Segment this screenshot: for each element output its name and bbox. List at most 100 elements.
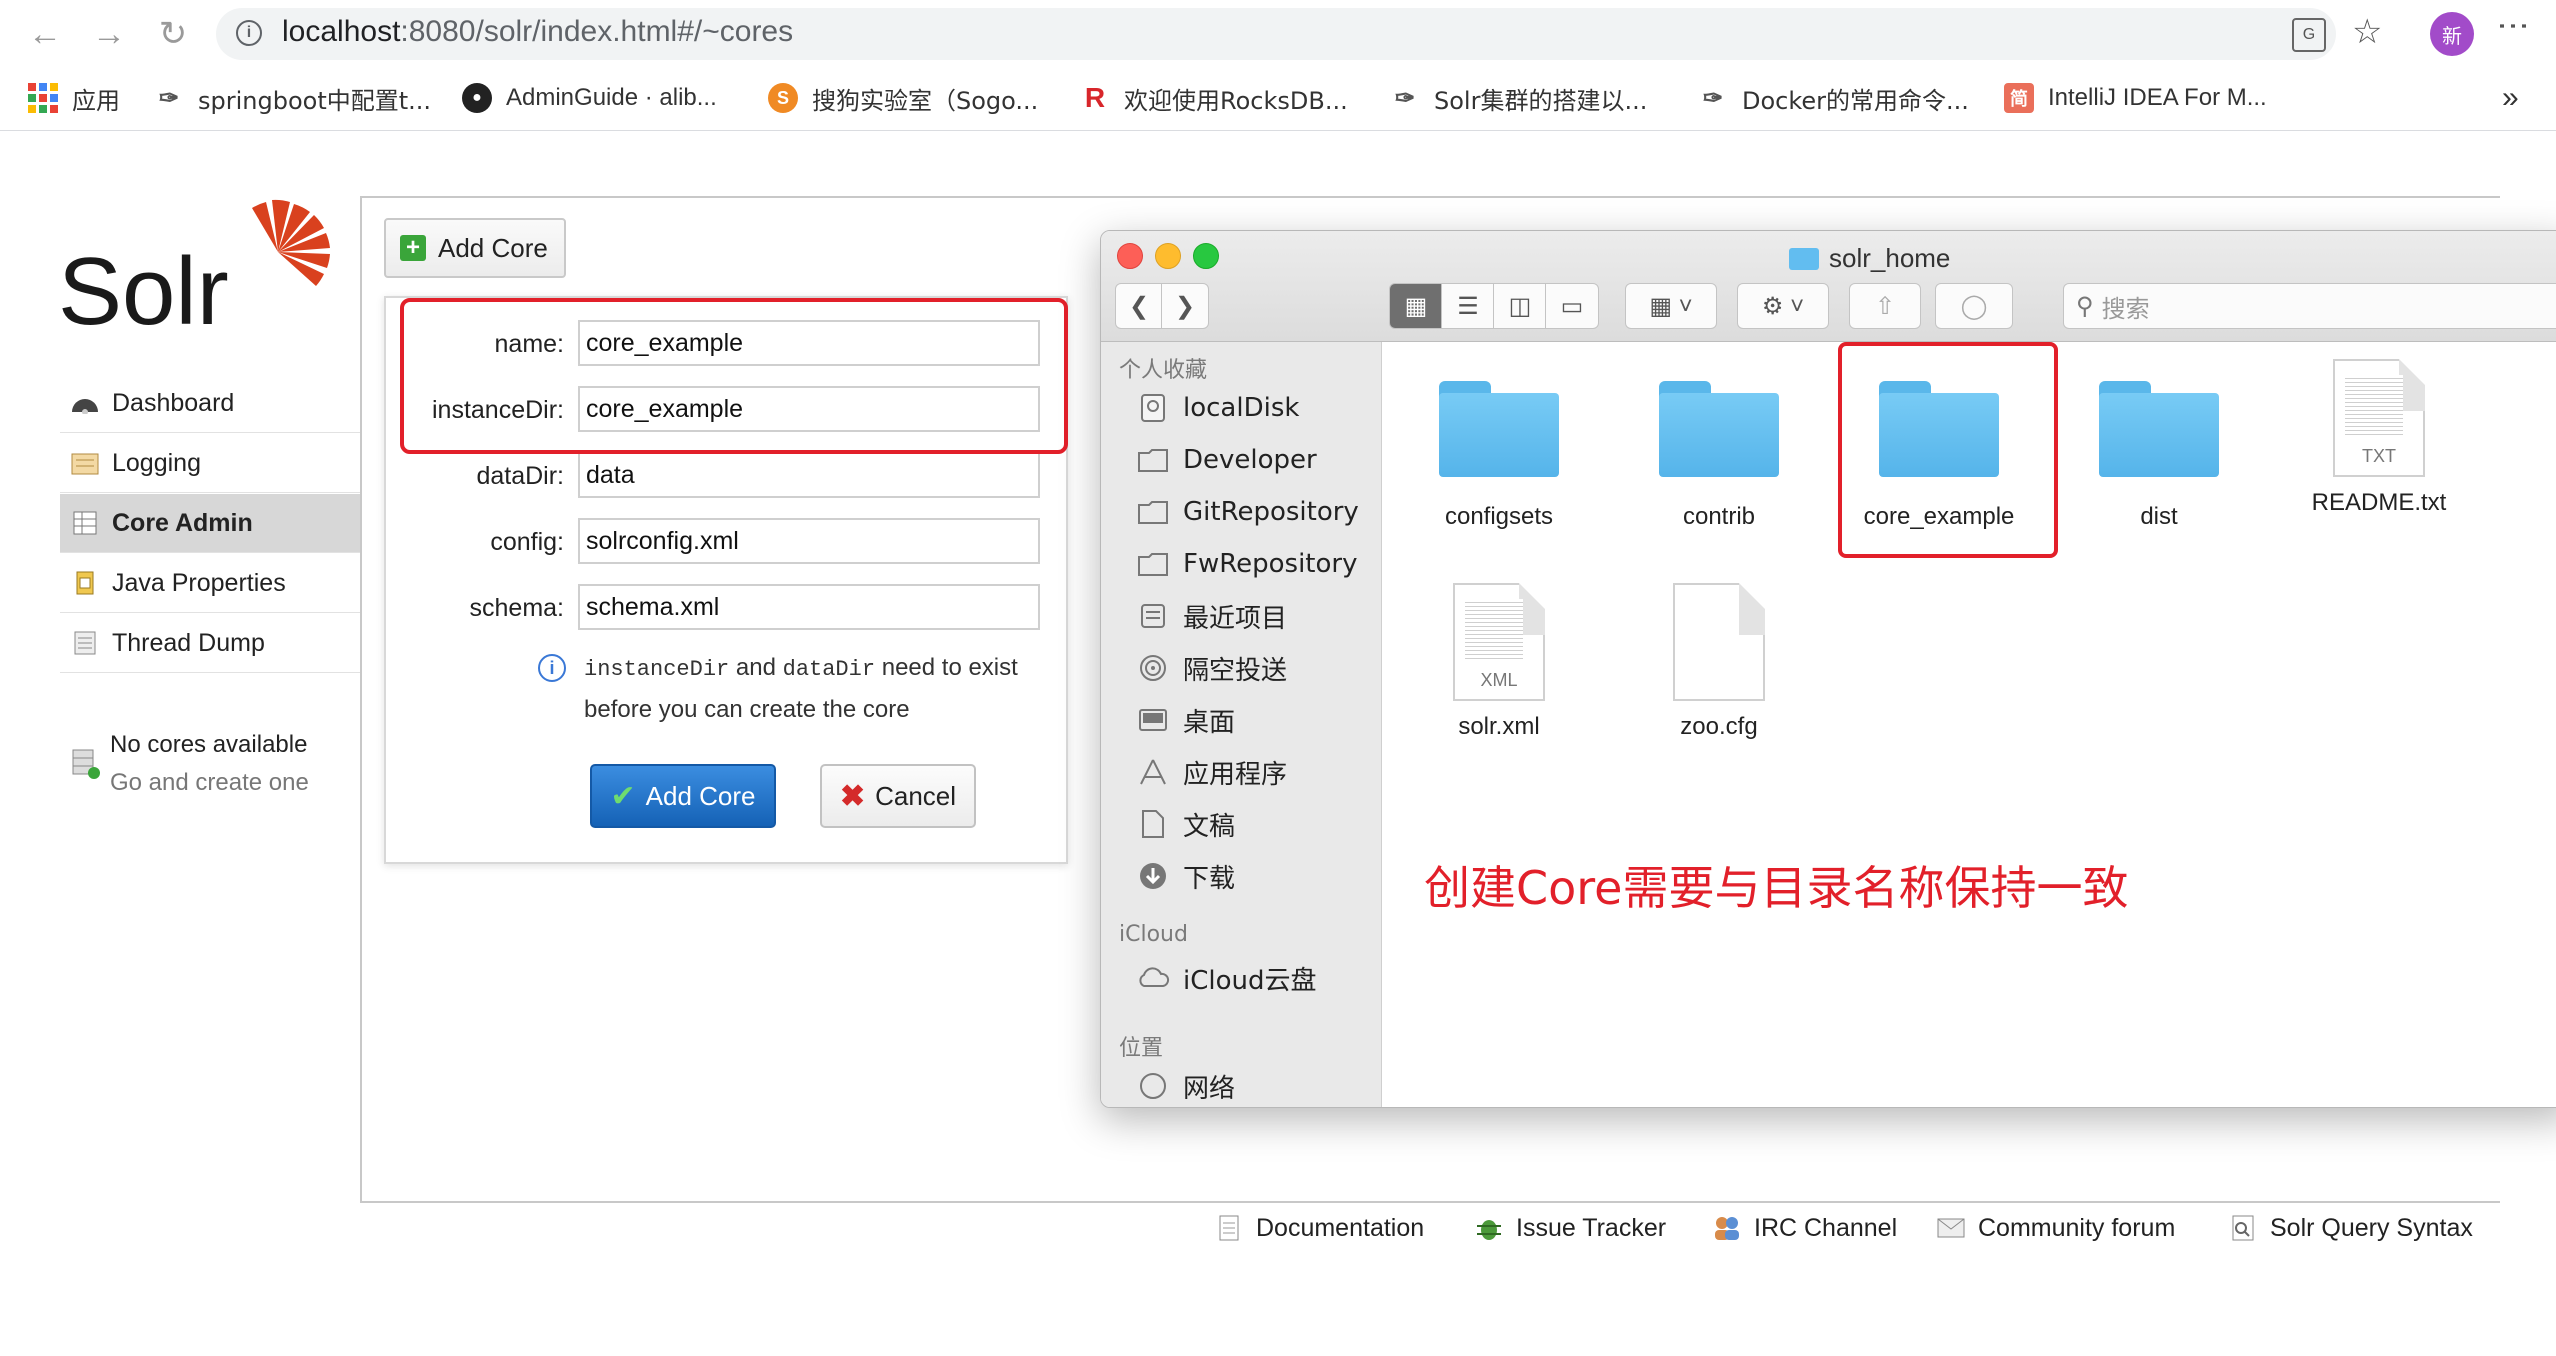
github-icon: ● <box>462 83 492 113</box>
finder-sidebar: 个人收藏 localDisk Developer GitRepository F… <box>1101 342 1382 1107</box>
sidebar-item-applications[interactable]: 应用程序 <box>1135 750 1287 794</box>
sidebar-item-downloads[interactable]: 下载 <box>1135 854 1235 898</box>
file-item-folder[interactable]: contrib <box>1619 381 1819 531</box>
reload-icon[interactable]: ↻ <box>150 11 196 57</box>
footer-query-syntax[interactable]: Solr Query Syntax <box>2228 1210 2473 1246</box>
logo-wordmark: Solr <box>58 238 229 336</box>
sidebar-item-recents[interactable]: 最近项目 <box>1135 594 1287 638</box>
share-icon[interactable]: ⇧ <box>1849 283 1921 329</box>
text-document-icon: TXT <box>2333 359 2425 477</box>
footer-issue-tracker[interactable]: Issue Tracker <box>1474 1210 1666 1246</box>
file-item-document[interactable]: zoo.cfg <box>1619 583 1819 741</box>
bookmark-intellij[interactable]: 简 IntelliJ IDEA For M... <box>2004 76 2267 120</box>
favorites-heading: 个人收藏 <box>1119 358 1208 383</box>
finder-title-text: solr_home <box>1829 243 1951 273</box>
file-item-folder[interactable]: configsets <box>1399 381 1599 531</box>
no-cores-notice: No cores available Go and create one <box>110 726 309 802</box>
forward-nav-icon[interactable]: ❯ <box>1161 283 1209 329</box>
add-core-button[interactable]: + Add Core <box>384 218 566 278</box>
tag-icon[interactable]: ◯ <box>1935 283 2013 329</box>
solr-logo[interactable]: Solr <box>56 196 336 345</box>
sogou-icon: S <box>768 83 798 113</box>
bookmark-sogou[interactable]: S 搜狗实验室（Sogo... <box>768 76 1038 120</box>
highlight-box-form <box>400 298 1068 454</box>
back-nav-icon[interactable]: ❮ <box>1115 283 1163 329</box>
action-gear-icon[interactable]: ⚙ ˅ <box>1737 283 1829 329</box>
nav-label: Logging <box>112 448 201 477</box>
file-item-folder[interactable]: dist <box>2059 381 2259 531</box>
sidebar-label: 文稿 <box>1183 811 1236 842</box>
schema-input[interactable]: schema.xml <box>578 584 1040 630</box>
bookmark-docker[interactable]: ✑ Docker的常用命令... <box>1698 76 1969 120</box>
sidebar-item-documents[interactable]: 文稿 <box>1135 802 1235 846</box>
bookmark-star-icon[interactable]: ☆ <box>2352 12 2382 52</box>
sidebar-item-gitrepository[interactable]: GitRepository <box>1135 490 1359 534</box>
nav-dashboard[interactable]: Dashboard <box>60 374 360 433</box>
list-view-icon[interactable]: ☰ <box>1441 283 1495 329</box>
download-icon <box>1135 860 1171 892</box>
column-view-icon[interactable]: ◫ <box>1493 283 1547 329</box>
back-icon[interactable]: ← <box>22 11 68 57</box>
sidebar-item-developer[interactable]: Developer <box>1135 438 1317 482</box>
hint-code-instancedir: instanceDir <box>584 657 730 682</box>
no-cores-text: No cores available <box>110 731 308 758</box>
config-input[interactable]: solrconfig.xml <box>578 518 1040 564</box>
bookmark-apps[interactable]: 应用 <box>28 76 120 120</box>
nav-logging[interactable]: Logging <box>60 434 360 493</box>
data-dir-input[interactable]: data <box>578 452 1040 498</box>
hint-code-datadir: dataDir <box>782 657 876 682</box>
finder-search-input[interactable]: ⚲ 搜索 <box>2063 283 2556 329</box>
bookmark-adminguide[interactable]: ● AdminGuide · alib... <box>462 76 717 120</box>
site-info-icon[interactable]: i <box>236 20 262 46</box>
file-name: README.txt <box>2311 489 2447 516</box>
profile-avatar[interactable]: 新 <box>2430 12 2474 56</box>
nav-thread-dump[interactable]: Thread Dump <box>60 614 360 673</box>
icon-view-icon[interactable]: ▦ <box>1389 283 1443 329</box>
bookmarks-overflow-icon[interactable]: » <box>2502 76 2519 120</box>
cloud-icon <box>1135 962 1171 994</box>
footer-documentation[interactable]: Documentation <box>1214 1210 1424 1246</box>
folder-outline-icon <box>1135 548 1171 580</box>
bookmark-springboot[interactable]: ✑ springboot中配置t... <box>154 76 431 120</box>
sidebar-item-airdrop[interactable]: 隔空投送 <box>1135 646 1287 690</box>
sidebar-item-localdisk[interactable]: localDisk <box>1135 386 1299 430</box>
sidebar-label: 应用程序 <box>1183 759 1288 790</box>
url-text[interactable]: localhost:8080/solr/index.html#/~cores <box>282 15 793 49</box>
add-core-label: Add Core <box>438 232 548 263</box>
group-by-icon[interactable]: ▦ ˅ <box>1625 283 1717 329</box>
users-icon <box>1712 1213 1742 1243</box>
sidebar-label: GitRepository <box>1183 497 1359 527</box>
document-icon <box>1214 1213 1244 1243</box>
no-cores-hint[interactable]: Go and create one <box>110 764 309 802</box>
footer-community-forum[interactable]: Community forum <box>1936 1210 2175 1246</box>
nav-label: Java Properties <box>112 568 286 597</box>
file-item-document[interactable]: TXT README.txt <box>2279 359 2479 517</box>
sidebar-item-icloud-drive[interactable]: iCloud云盘 <box>1135 956 1317 1000</box>
cancel-button[interactable]: ✖ Cancel <box>820 764 976 828</box>
submit-add-core-button[interactable]: ✔ Add Core <box>590 764 776 828</box>
file-item-document[interactable]: XML solr.xml <box>1399 583 1599 741</box>
applications-icon <box>1135 756 1171 788</box>
bookmark-rocksdb[interactable]: R 欢迎使用RocksDB... <box>1080 76 1348 120</box>
footer-irc-channel[interactable]: IRC Channel <box>1712 1210 1897 1246</box>
nav-core-admin[interactable]: Core Admin <box>60 494 360 553</box>
xml-document-icon: XML <box>1453 583 1545 701</box>
minimize-window-icon[interactable] <box>1155 243 1181 269</box>
cancel-label: Cancel <box>875 780 957 811</box>
forward-icon[interactable]: → <box>86 11 132 57</box>
file-name: zoo.cfg <box>1680 713 1758 740</box>
menu-kebab-icon[interactable]: ⋮ <box>2496 10 2532 42</box>
sidebar-item-desktop[interactable]: 桌面 <box>1135 698 1235 742</box>
schema-label: schema: <box>469 594 564 622</box>
sidebar-item-network[interactable]: 网络 <box>1135 1064 1235 1107</box>
nav-java-properties[interactable]: Java Properties <box>60 554 360 613</box>
bookmark-solr-cluster[interactable]: ✑ Solr集群的搭建以... <box>1390 76 1647 120</box>
bookmark-label: 欢迎使用RocksDB... <box>1124 86 1348 115</box>
network-icon <box>1135 1070 1171 1102</box>
translate-icon[interactable]: G <box>2292 18 2326 52</box>
footer-label: Issue Tracker <box>1516 1213 1667 1242</box>
zoom-window-icon[interactable] <box>1193 243 1219 269</box>
sidebar-item-fwrepository[interactable]: FwRepository <box>1135 542 1357 586</box>
gallery-view-icon[interactable]: ▭ <box>1545 283 1599 329</box>
close-window-icon[interactable] <box>1117 243 1143 269</box>
